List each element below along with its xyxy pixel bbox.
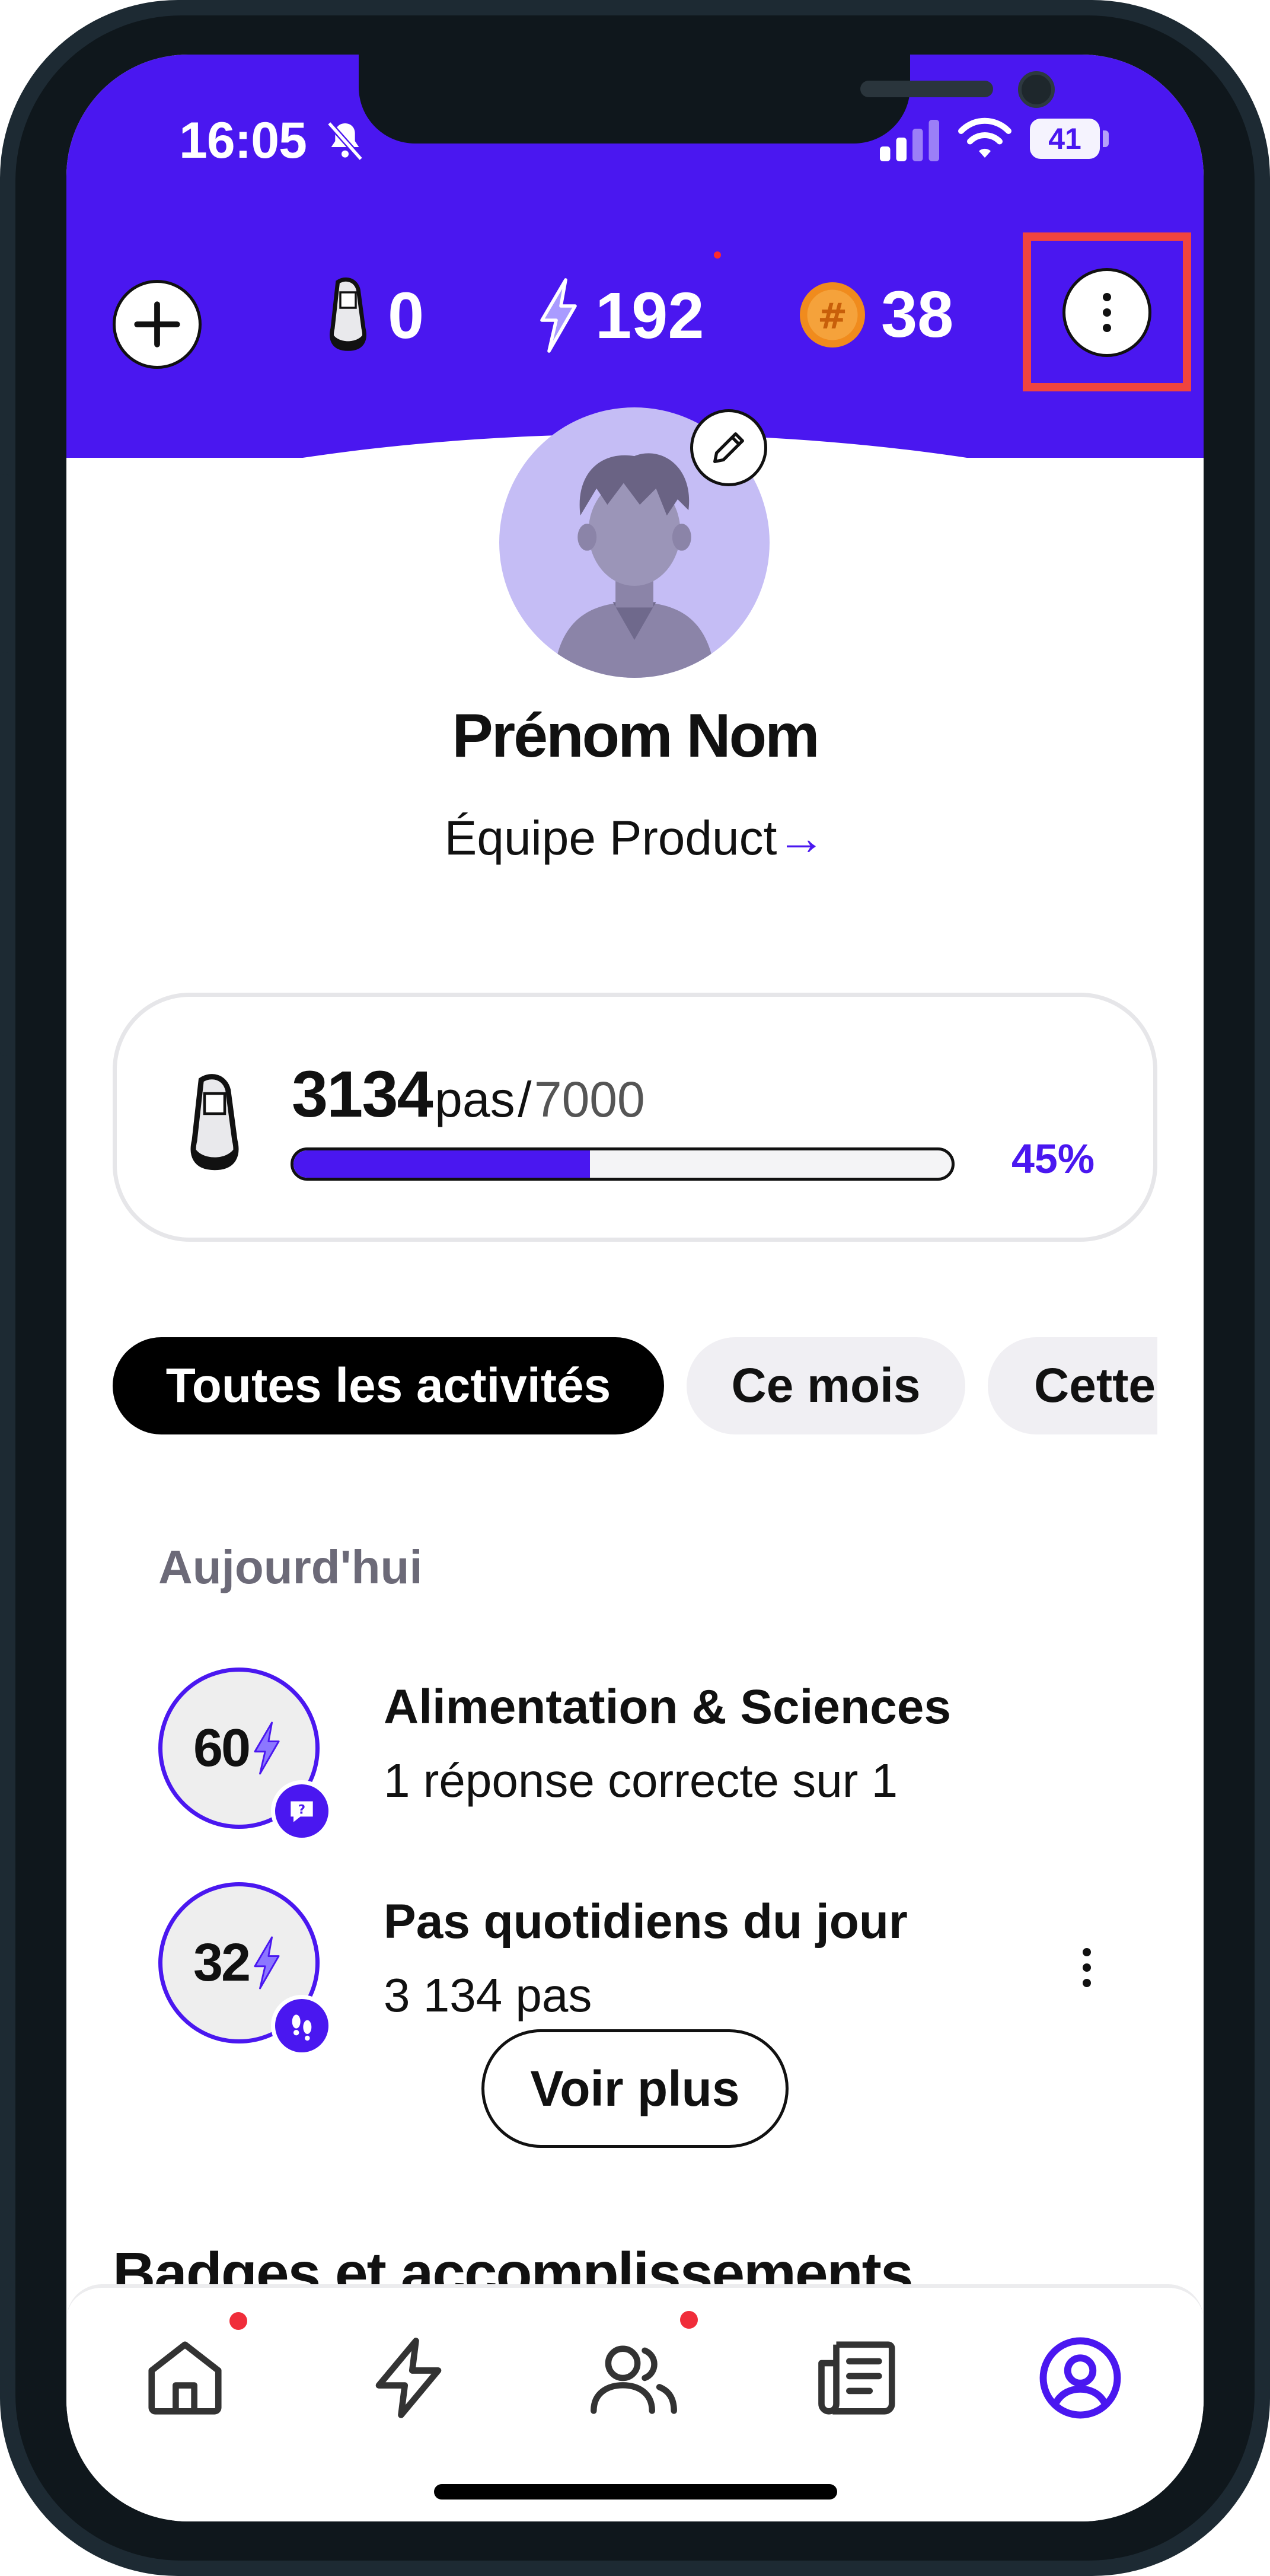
- wifi-icon: [958, 117, 1011, 158]
- lightning-icon: [254, 1721, 280, 1775]
- users-icon: [591, 2345, 677, 2414]
- question-icon: ?: [271, 1780, 333, 1842]
- phone-side-button: [1261, 718, 1270, 1002]
- steps-progress-percent: 45%: [1011, 1136, 1095, 1182]
- activity-title: Pas quotidiens du jour: [384, 1895, 908, 1949]
- newspaper-icon: [818, 2341, 895, 2415]
- activity-title: Alimentation & Sciences: [384, 1680, 951, 1734]
- battery-indicator: 41: [1030, 119, 1100, 159]
- steps-counter-value: 0: [388, 279, 425, 352]
- phone-side-button: [0, 652, 9, 830]
- shoe-icon: [330, 277, 366, 351]
- battery-tip: [1103, 130, 1109, 147]
- energy-counter-value: 192: [595, 279, 704, 352]
- filter-all-activities[interactable]: Toutes les activités: [113, 1337, 664, 1434]
- activity-points: 32: [193, 1933, 251, 1992]
- coin-icon: #: [800, 282, 865, 347]
- profile-icon: [1039, 2337, 1121, 2419]
- edit-profile-button[interactable]: [690, 409, 767, 486]
- highlight-box: [1023, 232, 1191, 391]
- arrow-right-icon: →: [777, 811, 826, 865]
- steps-progress-fill: [293, 1150, 590, 1178]
- activity-subtitle: 1 réponse correcte sur 1: [384, 1754, 898, 1807]
- steps-unit: pas: [435, 1072, 515, 1127]
- coins-counter: # 38: [797, 277, 953, 352]
- plus-icon: [134, 301, 180, 347]
- bell-muted-icon: [327, 121, 363, 161]
- steps-goal: 7000: [534, 1072, 645, 1127]
- steps-counter: 0: [321, 277, 424, 354]
- app-screen: 16:05 41 0 192 # 38 Prénom Nom Équipe Pr…: [66, 55, 1204, 2521]
- see-more-button[interactable]: Voir plus: [481, 2029, 789, 2148]
- lightning-icon: [375, 2338, 442, 2418]
- activity-item[interactable]: 32 Pas quotidiens du jour 3 134 pas: [158, 1882, 1166, 2057]
- pencil-icon: [713, 432, 744, 463]
- phone-side-button: [0, 878, 9, 1056]
- home-icon: [148, 2341, 222, 2415]
- tab-news[interactable]: [805, 2319, 912, 2437]
- device-notch: [359, 55, 1055, 144]
- activity-options-icon[interactable]: [1083, 1948, 1091, 1987]
- profile-name: Prénom Nom: [452, 702, 819, 770]
- svg-text:?: ?: [298, 1803, 305, 1817]
- coins-counter-value: 38: [881, 278, 954, 351]
- tab-profile[interactable]: [1027, 2319, 1134, 2437]
- signal-icon: [880, 120, 939, 161]
- home-notification-dot: [229, 2312, 247, 2330]
- shoe-icon: [190, 1074, 239, 1171]
- lightning-icon: [254, 1936, 280, 1990]
- tab-team[interactable]: [580, 2319, 687, 2437]
- steps-count: 3134: [292, 1058, 433, 1131]
- team-link[interactable]: Équipe Product→: [66, 811, 1204, 866]
- filter-this-month[interactable]: Ce mois: [687, 1337, 965, 1434]
- battery-level: 41: [1048, 122, 1081, 155]
- activity-points: 60: [193, 1718, 251, 1778]
- add-button[interactable]: [113, 280, 202, 369]
- steps-separator: /: [518, 1072, 532, 1127]
- filter-this-week[interactable]: Cette semaine: [988, 1337, 1157, 1434]
- steps-summary: 3134 pas / 7000: [292, 1057, 645, 1132]
- team-notification-dot: [680, 2311, 698, 2329]
- tab-home[interactable]: [132, 2319, 238, 2437]
- steps-progress-bar: [291, 1147, 955, 1181]
- team-link-label: Équipe Product: [444, 811, 777, 865]
- notification-dot: [714, 251, 721, 259]
- energy-counter: 192: [535, 277, 704, 354]
- tab-energy[interactable]: [355, 2319, 462, 2437]
- svg-text:#: #: [818, 295, 847, 337]
- activity-subtitle: 3 134 pas: [384, 1969, 592, 2022]
- lightning-icon: [540, 278, 577, 353]
- activity-item[interactable]: 60 ? Alimentation & Sciences 1 réponse c…: [158, 1668, 1166, 1842]
- status-time: 16:05: [179, 112, 307, 169]
- footsteps-icon: [271, 1995, 333, 2057]
- activity-date-header: Aujourd'hui: [158, 1541, 423, 1593]
- camera-icon: [1018, 71, 1055, 108]
- phone-side-button: [0, 474, 9, 575]
- activity-filter-tabs: Toutes les activités Ce mois Cette semai…: [113, 1337, 1157, 1438]
- home-indicator: [434, 2484, 837, 2500]
- speaker-grille: [860, 81, 993, 97]
